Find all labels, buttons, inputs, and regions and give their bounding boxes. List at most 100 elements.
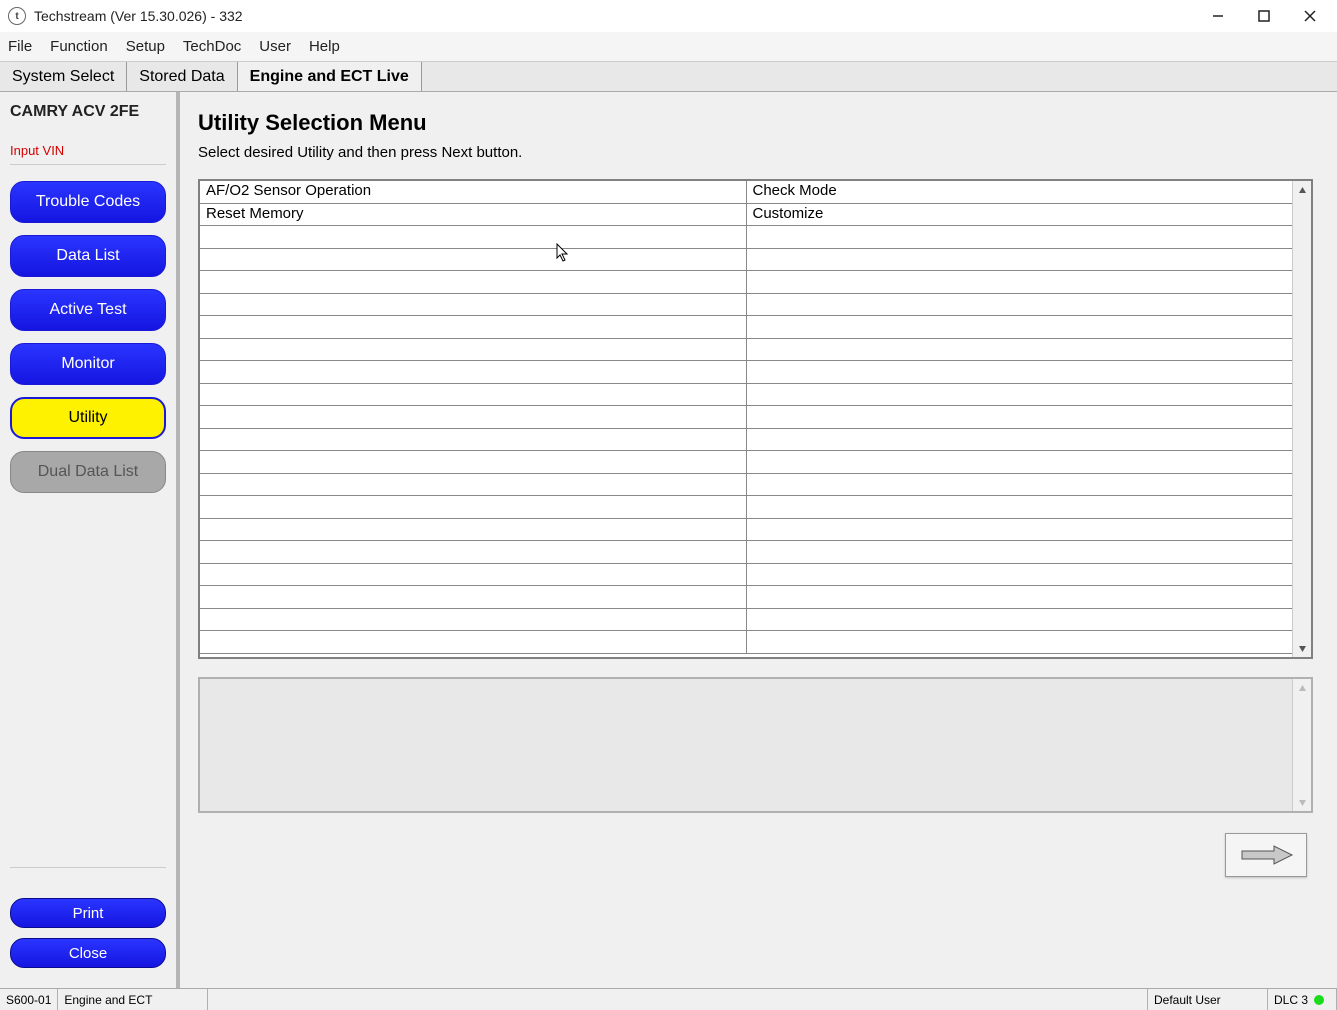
- close-button[interactable]: Close: [10, 938, 166, 968]
- menu-setup[interactable]: Setup: [126, 38, 165, 55]
- utility-cell: [200, 631, 747, 654]
- utility-row[interactable]: [200, 451, 1292, 474]
- utility-cell: [200, 361, 747, 384]
- utility-cell: [200, 316, 747, 339]
- maximize-button[interactable]: [1241, 1, 1287, 31]
- utility-cell: [747, 361, 1293, 384]
- tab-engine-ect-live[interactable]: Engine and ECT Live: [238, 62, 422, 91]
- utility-row[interactable]: [200, 339, 1292, 362]
- utility-cell: [747, 631, 1293, 654]
- print-button[interactable]: Print: [10, 898, 166, 928]
- nav-data-list[interactable]: Data List: [10, 235, 166, 277]
- utility-cell: [200, 226, 747, 249]
- utility-row[interactable]: [200, 384, 1292, 407]
- tab-system-select[interactable]: System Select: [0, 62, 127, 91]
- utility-cell: [200, 294, 747, 317]
- utility-row[interactable]: [200, 564, 1292, 587]
- utility-row[interactable]: [200, 496, 1292, 519]
- utility-row[interactable]: [200, 631, 1292, 654]
- utility-cell: [200, 384, 747, 407]
- scroll-down-icon[interactable]: [1293, 793, 1311, 811]
- utility-row[interactable]: [200, 271, 1292, 294]
- statusbar: S600-01 Engine and ECT Default User DLC …: [0, 988, 1337, 1010]
- utility-cell: [747, 294, 1293, 317]
- scroll-up-icon[interactable]: [1293, 181, 1311, 199]
- utility-cell[interactable]: Check Mode: [747, 181, 1293, 204]
- utility-cell: [747, 406, 1293, 429]
- menu-help[interactable]: Help: [309, 38, 340, 55]
- tabbar: System Select Stored Data Engine and ECT…: [0, 62, 1337, 92]
- utility-cell: [200, 609, 747, 632]
- grid-scrollbar[interactable]: [1292, 181, 1311, 657]
- utility-row[interactable]: [200, 226, 1292, 249]
- utility-row[interactable]: [200, 474, 1292, 497]
- minimize-icon: [1212, 10, 1224, 22]
- utility-cell: [747, 339, 1293, 362]
- utility-cell: [747, 586, 1293, 609]
- window-title: Techstream (Ver 15.30.026) - 332: [34, 8, 1195, 24]
- menu-techdoc[interactable]: TechDoc: [183, 38, 241, 55]
- status-connection: DLC 3: [1268, 989, 1337, 1010]
- tab-stored-data[interactable]: Stored Data: [127, 62, 237, 91]
- utility-row[interactable]: [200, 406, 1292, 429]
- utility-cell: [200, 564, 747, 587]
- status-user: Default User: [1148, 989, 1268, 1010]
- menubar: File Function Setup TechDoc User Help: [0, 32, 1337, 62]
- description-box: [198, 677, 1313, 813]
- desc-scrollbar[interactable]: [1292, 679, 1311, 811]
- utility-row[interactable]: Reset MemoryCustomize: [200, 204, 1292, 227]
- minimize-button[interactable]: [1195, 1, 1241, 31]
- utility-cell: [200, 271, 747, 294]
- nav-monitor[interactable]: Monitor: [10, 343, 166, 385]
- utility-cell: [747, 541, 1293, 564]
- scroll-down-icon[interactable]: [1293, 639, 1311, 657]
- utility-cell[interactable]: AF/O2 Sensor Operation: [200, 181, 747, 204]
- main-panel: Utility Selection Menu Select desired Ut…: [180, 92, 1337, 988]
- utility-row[interactable]: [200, 361, 1292, 384]
- utility-cell: [747, 249, 1293, 272]
- nav-utility[interactable]: Utility: [10, 397, 166, 439]
- utility-cell[interactable]: Reset Memory: [200, 204, 747, 227]
- input-vin-label[interactable]: Input VIN: [10, 143, 166, 165]
- utility-cell: [747, 564, 1293, 587]
- connection-status-icon: [1314, 995, 1324, 1005]
- utility-cell: [200, 406, 747, 429]
- utility-row[interactable]: [200, 429, 1292, 452]
- utility-row[interactable]: [200, 541, 1292, 564]
- menu-function[interactable]: Function: [50, 38, 108, 55]
- utility-cell: [200, 474, 747, 497]
- utility-cell: [747, 451, 1293, 474]
- page-subtitle: Select desired Utility and then press Ne…: [198, 144, 1313, 161]
- utility-cell: [200, 519, 747, 542]
- utility-cell: [200, 586, 747, 609]
- utility-row[interactable]: [200, 316, 1292, 339]
- utility-cell: [747, 519, 1293, 542]
- app-icon: t: [8, 7, 26, 25]
- menu-file[interactable]: File: [8, 38, 32, 55]
- utility-row[interactable]: [200, 294, 1292, 317]
- nav-active-test[interactable]: Active Test: [10, 289, 166, 331]
- utility-grid: AF/O2 Sensor OperationCheck ModeReset Me…: [198, 179, 1313, 659]
- utility-row[interactable]: [200, 519, 1292, 542]
- utility-cell: [747, 496, 1293, 519]
- nav-trouble-codes[interactable]: Trouble Codes: [10, 181, 166, 223]
- close-icon: [1304, 10, 1316, 22]
- utility-row[interactable]: [200, 609, 1292, 632]
- utility-cell: [200, 429, 747, 452]
- menu-user[interactable]: User: [259, 38, 291, 55]
- page-title: Utility Selection Menu: [198, 110, 1313, 136]
- utility-cell: [747, 271, 1293, 294]
- utility-row[interactable]: [200, 586, 1292, 609]
- utility-cell: [200, 339, 747, 362]
- utility-cell: [747, 316, 1293, 339]
- utility-cell[interactable]: Customize: [747, 204, 1293, 227]
- next-button[interactable]: [1225, 833, 1307, 877]
- utility-cell: [747, 474, 1293, 497]
- scroll-up-icon[interactable]: [1293, 679, 1311, 697]
- close-window-button[interactable]: [1287, 1, 1333, 31]
- titlebar: t Techstream (Ver 15.30.026) - 332: [0, 0, 1337, 32]
- utility-row[interactable]: AF/O2 Sensor OperationCheck Mode: [200, 181, 1292, 204]
- utility-row[interactable]: [200, 249, 1292, 272]
- arrow-right-icon: [1238, 844, 1294, 866]
- utility-cell: [200, 541, 747, 564]
